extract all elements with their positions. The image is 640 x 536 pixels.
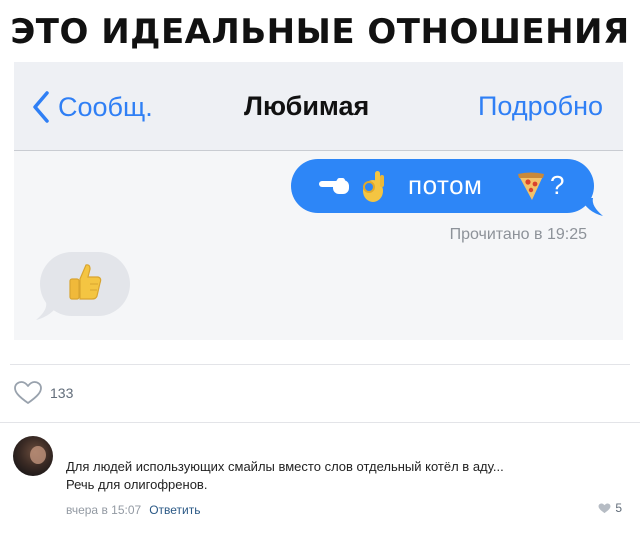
chat-screenshot: Сообщ. Любимая Подробно потом ? Прочитан…: [14, 62, 623, 340]
message-text: потом: [408, 170, 483, 200]
like-button[interactable]: 133: [14, 381, 73, 405]
chevron-left-icon: [33, 91, 49, 123]
comment-line: Речь для олигофренов.: [66, 477, 208, 492]
comment-timestamp[interactable]: вчера в 15:07: [66, 503, 141, 517]
meme-page: ЭТО ИДЕАЛЬНЫЕ ОТНОШЕНИЯ Сообщ. Любимая П…: [0, 0, 640, 536]
meme-caption: ЭТО ИДЕАЛЬНЫЕ ОТНОШЕНИЯ: [10, 12, 630, 52]
outgoing-message-bubble[interactable]: потом ?: [291, 159, 594, 213]
back-button[interactable]: Сообщ.: [32, 87, 153, 127]
comment-meta: вчера в 15:07 Ответить: [66, 503, 200, 517]
divider: [10, 364, 630, 365]
avatar-face: [30, 446, 46, 464]
back-label: Сообщ.: [58, 91, 153, 122]
thumbs-up-icon: [69, 264, 102, 300]
comment-like-button[interactable]: 5: [598, 501, 622, 515]
heart-icon: [598, 502, 611, 513]
like-count: 133: [50, 385, 74, 401]
comment-text: Для людей использующих смайлы вместо сло…: [66, 458, 626, 494]
avatar[interactable]: [13, 436, 53, 476]
outgoing-bubble-tail: [581, 198, 603, 216]
pizza-icon: [518, 172, 544, 200]
contact-name: Любимая: [244, 91, 370, 121]
reply-button[interactable]: Ответить: [149, 503, 200, 517]
ok-hand-icon: [363, 171, 384, 202]
message-punctuation: ?: [550, 170, 565, 200]
incoming-bubble-tail: [36, 302, 60, 320]
details-button[interactable]: Подробно: [478, 91, 603, 122]
chat-navigation-bar: Сообщ. Любимая Подробно: [14, 62, 623, 151]
heart-outline-icon: [14, 381, 42, 404]
comment-like-count: 5: [615, 501, 622, 515]
pointing-hand-icon: [319, 178, 349, 194]
read-receipt: Прочитано в 19:25: [449, 226, 587, 243]
divider: [0, 422, 640, 423]
comment-line: Для людей использующих смайлы вместо сло…: [66, 459, 504, 474]
